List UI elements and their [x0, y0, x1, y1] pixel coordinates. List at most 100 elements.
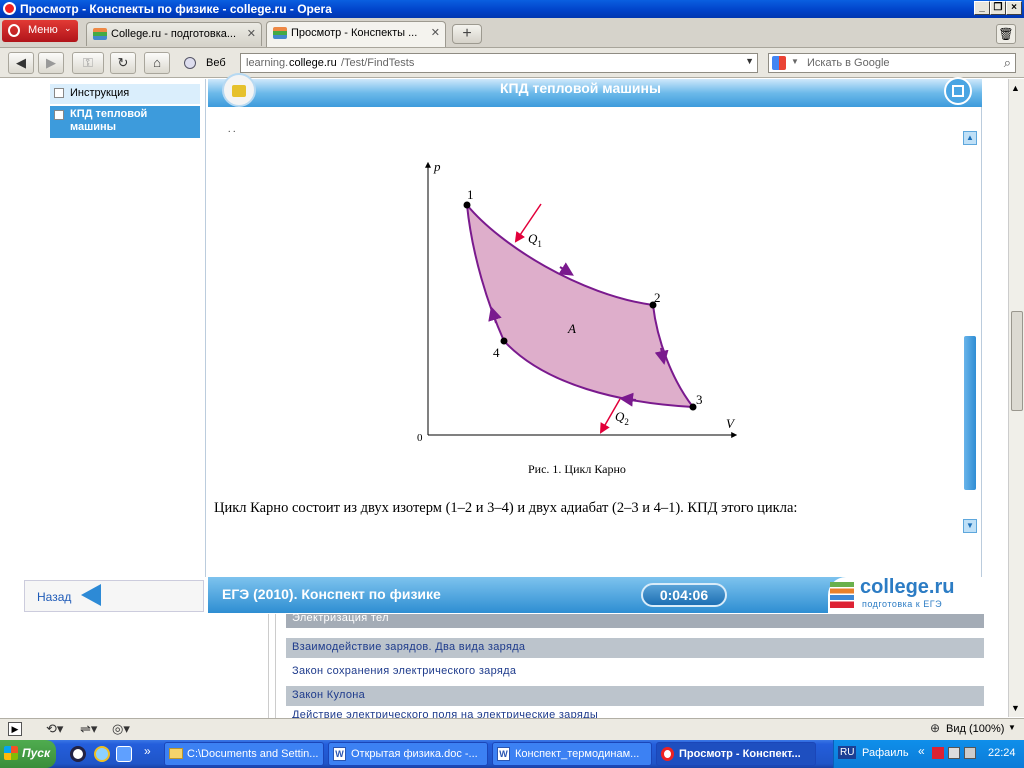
timer-display: 0:04:06 [641, 583, 727, 607]
checkbox-icon [54, 110, 64, 120]
college-books-icon [273, 27, 287, 39]
background-panel-edge [268, 614, 276, 718]
carnot-cycle-diagram: p V 0 1 2 3 4 A Q1 Q2 [417, 159, 738, 444]
system-tray: RU Рафаиль « 22:24 [833, 740, 1024, 768]
grid-squares-icon [952, 85, 964, 97]
figure-caption: Рис. 1. Цикл Карно [528, 462, 626, 476]
user-name: Рафаиль [862, 747, 909, 759]
sync-icon[interactable]: ⟲▾ [46, 721, 63, 737]
tab-label: College.ru - подготовка... [111, 28, 237, 40]
url-prefix: learning. [246, 57, 289, 69]
back-button[interactable]: ◀ [8, 52, 34, 74]
opera-o-icon [8, 24, 20, 37]
address-dropdown-icon[interactable]: ▼ [745, 56, 754, 66]
windows-logo-icon [4, 746, 18, 760]
google-icon[interactable] [772, 56, 786, 70]
task-label: Просмотр - Конспект... [679, 748, 801, 760]
key-icon[interactable]: ⚿ [72, 52, 104, 74]
forward-button[interactable]: ▶ [38, 52, 64, 74]
home-button[interactable]: ⌂ [144, 52, 170, 74]
status-bar: ▶ ⟲▾ ⇌▾ ◎▾ ⊕ Вид (100%) ▼ [0, 718, 1024, 740]
tray-expand-icon[interactable]: « [918, 744, 925, 758]
bg-link-3[interactable]: Закон сохранения электрического заряда [286, 662, 984, 682]
book-menu-icon[interactable] [222, 73, 256, 107]
college-books-icon [830, 582, 854, 608]
close-button[interactable]: × [1006, 1, 1022, 15]
opera-logo-icon [3, 2, 16, 15]
point-4-label: 4 [493, 345, 500, 360]
logo-text: college.ru [860, 576, 955, 598]
logo-subtext: подготовка к ЕГЭ [862, 599, 943, 609]
trash-icon[interactable]: 🗑 [996, 24, 1016, 44]
quicklaunch-opera-icon[interactable] [70, 746, 86, 762]
back-link[interactable]: Назад [37, 590, 71, 604]
zoom-dropdown-icon[interactable]: ▼ [1008, 723, 1016, 732]
opera-menu-button[interactable]: Меню ⌄ [2, 20, 78, 42]
point-1 [463, 201, 471, 209]
scroll-up-arrow-icon[interactable]: ▲ [1011, 83, 1020, 93]
new-tab-button[interactable]: + [452, 24, 482, 44]
tab-viewer[interactable]: Просмотр - Конспекты ... ✕ [266, 21, 446, 47]
content-scroll-thumb[interactable] [964, 336, 976, 490]
tab-college[interactable]: College.ru - подготовка... ✕ [86, 22, 262, 46]
start-button[interactable]: Пуск [0, 740, 56, 768]
bg-link-1[interactable]: Электризация тел [286, 614, 984, 628]
task-word-1[interactable]: W Открытая физика.doc -... [328, 742, 488, 766]
sidebar-item-efficiency[interactable]: КПД тепловой машины [50, 106, 200, 138]
search-placeholder: Искать в Google [807, 57, 890, 69]
language-indicator[interactable]: RU [838, 746, 857, 759]
panel-toggle-icon[interactable]: ▶ [8, 722, 22, 736]
unite-icon[interactable]: ◎▾ [112, 721, 130, 737]
volume-icon[interactable] [964, 747, 976, 759]
text-fragment: . . [228, 124, 236, 135]
back-arrow-icon[interactable] [81, 584, 101, 606]
search-icon[interactable]: ⌕ [1004, 55, 1011, 71]
content-scroll-track[interactable] [963, 146, 977, 518]
maximize-button[interactable]: ❐ [990, 1, 1006, 15]
tray-app-icon[interactable] [948, 747, 960, 759]
windows-taskbar: Пуск » C:\Documents and Settin... W Откр… [0, 740, 1024, 768]
scroll-thumb[interactable] [1011, 311, 1023, 411]
content-scroll-down-icon[interactable]: ▼ [963, 519, 977, 533]
tab-label: Просмотр - Конспекты ... [291, 27, 418, 39]
task-word-2[interactable]: W Конспект_термодинам... [492, 742, 652, 766]
quicklaunch-app-icon[interactable] [116, 746, 132, 762]
window-title-bar[interactable]: Просмотр - Конспекты по физике - college… [0, 0, 1024, 18]
task-label: Конспект_термодинам... [515, 748, 640, 760]
point-4 [500, 337, 508, 345]
q1-label: Q1 [528, 231, 542, 249]
window-title: Просмотр - Конспекты по физике - college… [20, 2, 332, 16]
quicklaunch-ie-icon[interactable] [94, 746, 110, 762]
task-explorer[interactable]: C:\Documents and Settin... [164, 742, 324, 766]
sidebar-item-instruction[interactable]: Инструкция [50, 84, 200, 104]
grid-view-icon[interactable] [944, 77, 972, 105]
bg-link-2[interactable]: Взаимодействие зарядов. Два вида заряда [286, 638, 984, 658]
minimize-button[interactable]: _ [974, 1, 990, 15]
turbo-icon[interactable]: ⇌▾ [80, 721, 97, 737]
close-tab-icon[interactable]: ✕ [431, 26, 440, 39]
url-path: /Test/FindTests [341, 57, 415, 69]
search-input[interactable]: ▼ Искать в Google ⌕ [768, 53, 1016, 73]
page-scrollbar[interactable]: ▲ ▼ [1008, 79, 1024, 717]
network-icon[interactable] [932, 747, 944, 759]
sidebar-item-label: КПД тепловой машины [70, 108, 148, 133]
college-logo: college.ru подготовка к ЕГЭ [828, 576, 982, 613]
close-tab-icon[interactable]: ✕ [247, 27, 256, 40]
bg-link-4[interactable]: Закон Кулона [286, 686, 984, 706]
address-input[interactable]: learning. college.ru /Test/FindTests ▼ [240, 53, 758, 73]
quicklaunch-more-icon[interactable]: » [144, 744, 151, 758]
zoom-magnifier-icon[interactable]: ⊕ [930, 721, 940, 735]
navigation-bar: ◀ ▶ ⚿ ↻ ⌂ Веб learning. college.ru /Test… [0, 48, 1024, 78]
content-scroll-up-icon[interactable]: ▲ [963, 131, 977, 145]
lesson-title: КПД тепловой машины [500, 80, 661, 96]
address-web-label: Веб [206, 57, 226, 69]
task-opera[interactable]: Просмотр - Конспект... [656, 742, 816, 766]
reload-button[interactable]: ↻ [110, 52, 136, 74]
scroll-down-arrow-icon[interactable]: ▼ [1011, 703, 1020, 713]
college-books-icon [93, 28, 107, 40]
search-engine-chevron-icon[interactable]: ▼ [791, 57, 799, 66]
course-title: ЕГЭ (2010). Конспект по физике [222, 586, 441, 602]
zoom-level[interactable]: Вид (100%) [946, 723, 1004, 735]
bg-link-5[interactable]: Действие электрического поля на электрич… [286, 710, 984, 718]
work-label: A [567, 321, 576, 336]
